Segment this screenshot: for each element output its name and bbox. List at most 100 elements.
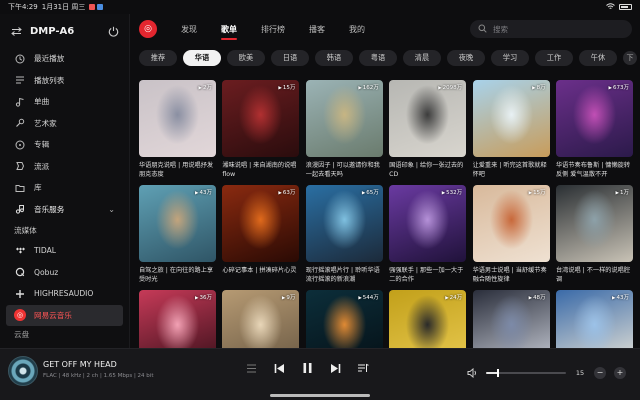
playlist-card[interactable]: ▶15万华语男士说唱 | 当舒缓节奏融合随性旋律 [472, 185, 550, 286]
playlist-card[interactable]: ▶24万经典回响 [389, 290, 467, 348]
sidebar-item-library[interactable]: 库 [0, 177, 129, 199]
playlist-title[interactable]: 强强联手 | 那些一加一大于二的合作 [389, 266, 466, 286]
volume-slider[interactable] [486, 368, 566, 377]
sidebar-item-tidal[interactable]: TIDAL [0, 240, 129, 262]
now-playing-meta: FLAC | 48 kHz | 2 ch | 1.65 Mbps | 24 bi… [43, 373, 154, 379]
playlist-title[interactable]: 现行摇滚唱片行 | 聆听华语流行摇滚的新浪潮 [306, 266, 383, 286]
playlist-title[interactable]: 心碎记事本 | 拼凑碎片心灵 [222, 266, 299, 286]
playlist-cover[interactable]: ▶36万 [139, 290, 216, 348]
next-icon[interactable] [328, 361, 342, 375]
playlist-cover[interactable]: ▶532万 [389, 185, 467, 262]
playlist-cover[interactable]: ▶65万 [305, 185, 383, 262]
playlist-cover[interactable]: ▶15万 [222, 80, 300, 157]
play-count-icon: ▶ [361, 191, 366, 196]
microphone-icon [14, 117, 26, 129]
queue-icon[interactable] [244, 361, 258, 375]
playlist-cover[interactable]: ▶63万 [222, 185, 300, 262]
sidebar-item-highresaudio[interactable]: HIGHRESAUDIO [0, 283, 129, 305]
chip-category[interactable]: 粤语 [359, 50, 397, 66]
previous-icon[interactable] [272, 361, 286, 375]
playlist-card[interactable]: ▶532万强强联手 | 那些一加一大于二的合作 [389, 185, 467, 286]
chip-category[interactable]: 日语 [271, 50, 309, 66]
sidebar-item-recent[interactable]: 最近播放 [0, 48, 129, 70]
volume-slider-handle[interactable] [497, 368, 499, 377]
playlist-title[interactable]: 华语男士说唱 | 当舒缓节奏融合随性旋律 [473, 266, 550, 286]
tab-discover[interactable]: 发现 [169, 14, 209, 44]
sidebar-item-label: 单曲 [34, 97, 50, 107]
playlist-card[interactable]: ▶15万湘味说唱 | 来自湖南的说唱flow [222, 80, 300, 181]
playlist-cover[interactable]: ▶8万 [472, 80, 550, 157]
playlist-cover[interactable]: ▶2098万 [389, 80, 467, 157]
playlist-card[interactable]: ▶48万独立唱作人 [472, 290, 550, 348]
tab-playlists[interactable]: 歌单 [209, 14, 249, 44]
playlist-icon[interactable] [356, 361, 370, 375]
sidebar-item-artists[interactable]: 艺术家 [0, 113, 129, 135]
playlist-card[interactable]: ▶544万夜色温柔 [305, 290, 383, 348]
playlist-cover[interactable]: ▶9万 [222, 290, 300, 348]
chip-category[interactable]: 韩语 [315, 50, 353, 66]
now-playing-title[interactable]: GET OFF MY HEAD [43, 360, 117, 369]
power-icon[interactable] [107, 25, 119, 37]
volume-down-button[interactable]: − [594, 366, 606, 379]
tab-charts[interactable]: 排行榜 [249, 14, 297, 44]
album-disc-icon[interactable] [8, 356, 38, 386]
playlist-title[interactable]: 华语朋克说唱 | 用说唱抒发朋克态度 [139, 161, 216, 181]
playlist-title[interactable]: 华语节奏布鲁斯 | 慵懒旋转反侧 爱气温散不开 [556, 161, 633, 181]
chip-category[interactable]: 清晨 [403, 50, 441, 66]
music-service-section[interactable]: 音乐服务 ⌄ [0, 199, 129, 221]
playlist-card[interactable]: ▶36万华语女声精选 [139, 290, 216, 348]
playlist-title[interactable]: 湘味说唱 | 来自湖南的说唱flow [222, 161, 299, 181]
playlist-card[interactable]: ▶43万慢摇时光 [555, 290, 633, 348]
playlist-card[interactable]: ▶65万现行摇滚唱片行 | 聆听华语流行摇滚的新浪潮 [305, 185, 383, 286]
search-input[interactable]: 搜索 [470, 20, 632, 38]
playlist-cover[interactable]: ▶544万 [305, 290, 383, 348]
sidebar-item-qobuz[interactable]: Qobuz [0, 262, 129, 284]
tab-podcasts[interactable]: 播客 [297, 14, 337, 44]
chip-category[interactable]: 学习 [491, 50, 529, 66]
chip-category[interactable]: 欧美 [227, 50, 265, 66]
chip-category[interactable]: 夜晚 [447, 50, 485, 66]
sidebar-item-playlists[interactable]: 播放列表 [0, 70, 129, 92]
chips-more-button[interactable]: 下 [623, 51, 637, 65]
sidebar-item-cloud[interactable]: 云盘 [0, 326, 129, 338]
playlist-card[interactable]: ▶9万荒野行者 [222, 290, 300, 348]
switch-device-icon[interactable] [10, 25, 22, 37]
volume-icon[interactable] [467, 363, 478, 382]
volume-up-button[interactable]: + [614, 366, 626, 379]
playlist-card[interactable]: ▶63万心碎记事本 | 拼凑碎片心灵 [222, 185, 300, 286]
playlist-title[interactable]: 让爱重来 | 听完这首歌就释怀吧 [473, 161, 550, 181]
sidebar-item-genres[interactable]: 流派 [0, 156, 129, 178]
playlist-cover[interactable]: ▶1万 [555, 185, 633, 262]
playlist-title[interactable]: 自驾之旅 | 在向往的路上享受时光 [139, 266, 216, 286]
playlist-card[interactable]: ▶2万华语朋克说唱 | 用说唱抒发朋克态度 [139, 80, 216, 181]
playlist-cover[interactable]: ▶2万 [139, 80, 216, 157]
playlist-title[interactable]: 台湾说唱 | 不一样的说唱腔调 [556, 266, 633, 286]
playlist-cover[interactable]: ▶24万 [389, 290, 467, 348]
playlist-card[interactable]: ▶2098万国语印象 | 给你一张过去的CD [389, 80, 467, 181]
playlist-cover[interactable]: ▶15万 [472, 185, 550, 262]
pause-icon[interactable] [300, 361, 314, 375]
playlist-cover[interactable]: ▶673万 [555, 80, 633, 157]
chip-category[interactable]: 午休 [579, 50, 617, 66]
chip-category[interactable]: 华语 [183, 50, 221, 66]
playlist-card[interactable]: ▶162万浪漫因子 | 可以邀请你和我一起去看天吗 [305, 80, 383, 181]
playlist-cover[interactable]: ▶162万 [305, 80, 383, 157]
playlist-title[interactable]: 浪漫因子 | 可以邀请你和我一起去看天吗 [306, 161, 383, 181]
sidebar-item-label: HIGHRESAUDIO [34, 289, 94, 299]
playlist-card[interactable]: ▶673万华语节奏布鲁斯 | 慵懒旋转反侧 爱气温散不开 [555, 80, 633, 181]
sidebar-item-label: 播放列表 [34, 75, 65, 85]
chip-category[interactable]: 推荐 [139, 50, 177, 66]
playlist-card[interactable]: ▶1万台湾说唱 | 不一样的说唱腔调 [555, 185, 633, 286]
chip-category[interactable]: 工作 [535, 50, 573, 66]
playlist-cover[interactable]: ▶48万 [472, 290, 550, 348]
sidebar-item-netease[interactable]: ◎ 网易云音乐 [6, 304, 123, 326]
playlist-card[interactable]: ▶43万自驾之旅 | 在向往的路上享受时光 [139, 185, 216, 286]
playlist-cover[interactable]: ▶43万 [555, 290, 633, 348]
sidebar-item-tracks[interactable]: 单曲 [0, 91, 129, 113]
play-count-icon: ▶ [532, 86, 536, 91]
playlist-cover[interactable]: ▶43万 [139, 185, 216, 262]
playlist-card[interactable]: ▶8万让爱重来 | 听完这首歌就释怀吧 [472, 80, 550, 181]
tab-mine[interactable]: 我的 [337, 14, 377, 44]
playlist-title[interactable]: 国语印象 | 给你一张过去的CD [389, 161, 466, 181]
sidebar-item-albums[interactable]: 专辑 [0, 134, 129, 156]
